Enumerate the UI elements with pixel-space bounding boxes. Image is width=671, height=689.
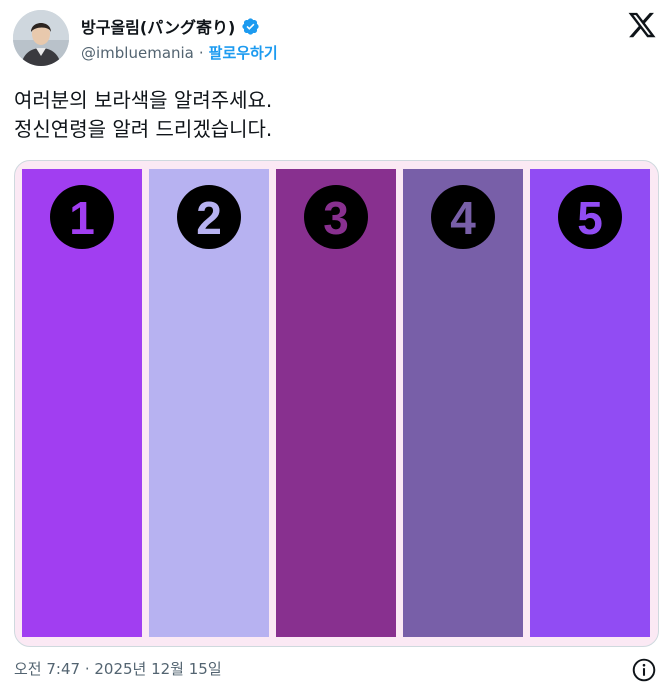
avatar-image — [13, 10, 69, 66]
tweet-text: 여러분의 보라색을 알려주세요. 정신연령을 알려 드리겠습니다. — [14, 86, 272, 144]
info-icon[interactable] — [631, 657, 657, 683]
number-circle-2: 2 — [177, 185, 241, 249]
avatar[interactable] — [13, 10, 69, 66]
x-logo-icon[interactable] — [627, 10, 657, 40]
purple-bar-1: 1 — [22, 169, 142, 637]
verified-badge-icon — [242, 17, 259, 35]
number-circle-1: 1 — [50, 185, 114, 249]
tweet-image[interactable]: 1 2 3 4 5 — [14, 160, 659, 647]
author-handle-row: @imbluemania · 팔로우하기 — [81, 42, 278, 63]
follow-button[interactable]: 팔로우하기 — [209, 42, 278, 63]
tweet-text-line-2: 정신연령을 알려 드리겠습니다. — [14, 117, 273, 141]
number-label-4: 4 — [450, 192, 476, 244]
number-label-3: 3 — [323, 192, 349, 244]
number-label-1: 1 — [69, 192, 95, 244]
tweet-timestamp[interactable]: 오전 7:47 · 2025년 12월 15일 — [14, 658, 222, 679]
number-circle-4: 4 — [431, 185, 495, 249]
tweet-text-line-1: 여러분의 보라색을 알려주세요. — [14, 88, 273, 112]
purple-bar-4: 4 — [403, 169, 523, 637]
separator-dot: · — [198, 43, 204, 62]
number-label-5: 5 — [577, 192, 603, 244]
author-display-name[interactable]: 방구올림(パング寄り) — [81, 14, 235, 38]
tweet-header: 방구올림(パング寄り) @imbluemania · 팔로우하기 — [0, 0, 671, 70]
purple-bar-2: 2 — [149, 169, 269, 637]
author-handle[interactable]: @imbluemania — [81, 44, 194, 62]
number-label-2: 2 — [196, 192, 222, 244]
purple-bar-3: 3 — [276, 169, 396, 637]
number-circle-5: 5 — [558, 185, 622, 249]
number-circle-3: 3 — [304, 185, 368, 249]
author-name-row: 방구올림(パング寄り) — [81, 15, 260, 37]
purple-bar-5: 5 — [530, 169, 650, 637]
